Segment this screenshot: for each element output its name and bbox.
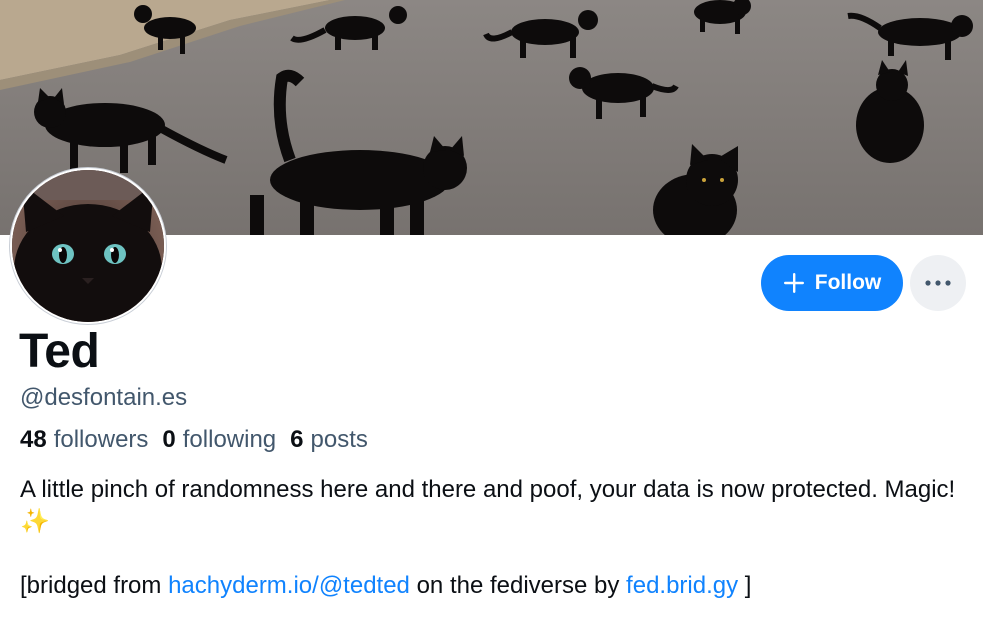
- profile-bio: A little pinch of randomness here and th…: [20, 474, 960, 602]
- bio-bridge-line: [bridged from hachyderm.io/@tedted on th…: [20, 570, 960, 602]
- following-count: 0: [162, 426, 176, 453]
- profile-stats: 48 followers 0 following 6 posts: [20, 425, 368, 455]
- bio-spacer: [20, 538, 960, 570]
- profile-display-name: Ted: [19, 325, 100, 378]
- posts-stat: 6 posts: [290, 425, 368, 455]
- hachyderm-profile-link[interactable]: hachyderm.io/@tedted: [168, 572, 410, 599]
- followers-stat[interactable]: 48 followers: [20, 425, 148, 455]
- following-stat[interactable]: 0 following: [162, 425, 276, 455]
- bio-bridge-suffix: ]: [738, 572, 752, 599]
- followers-count: 48: [20, 426, 47, 453]
- follow-button[interactable]: Follow: [761, 255, 903, 311]
- avatar-black-cat-photo: [12, 170, 164, 322]
- bio-text: A little pinch of randomness here and th…: [20, 476, 956, 535]
- fed-brid-gy-link[interactable]: fed.brid.gy: [626, 572, 738, 599]
- ellipsis-icon: [925, 280, 951, 286]
- bio-bridge-middle: on the fediverse by: [409, 572, 627, 599]
- followers-label: followers: [53, 426, 149, 453]
- profile-handle: @desfontain.es: [20, 384, 188, 411]
- profile-avatar[interactable]: [10, 168, 166, 324]
- follow-button-label: Follow: [814, 271, 882, 294]
- more-options-button[interactable]: [910, 255, 966, 311]
- posts-label: posts: [310, 426, 368, 453]
- bio-bridge-prefix: [bridged from: [20, 572, 169, 599]
- profile-page: Follow Ted @desfontain.es 48 followers 0…: [0, 0, 983, 626]
- following-label: following: [182, 426, 277, 453]
- posts-count: 6: [290, 426, 304, 453]
- plus-icon: [783, 273, 804, 293]
